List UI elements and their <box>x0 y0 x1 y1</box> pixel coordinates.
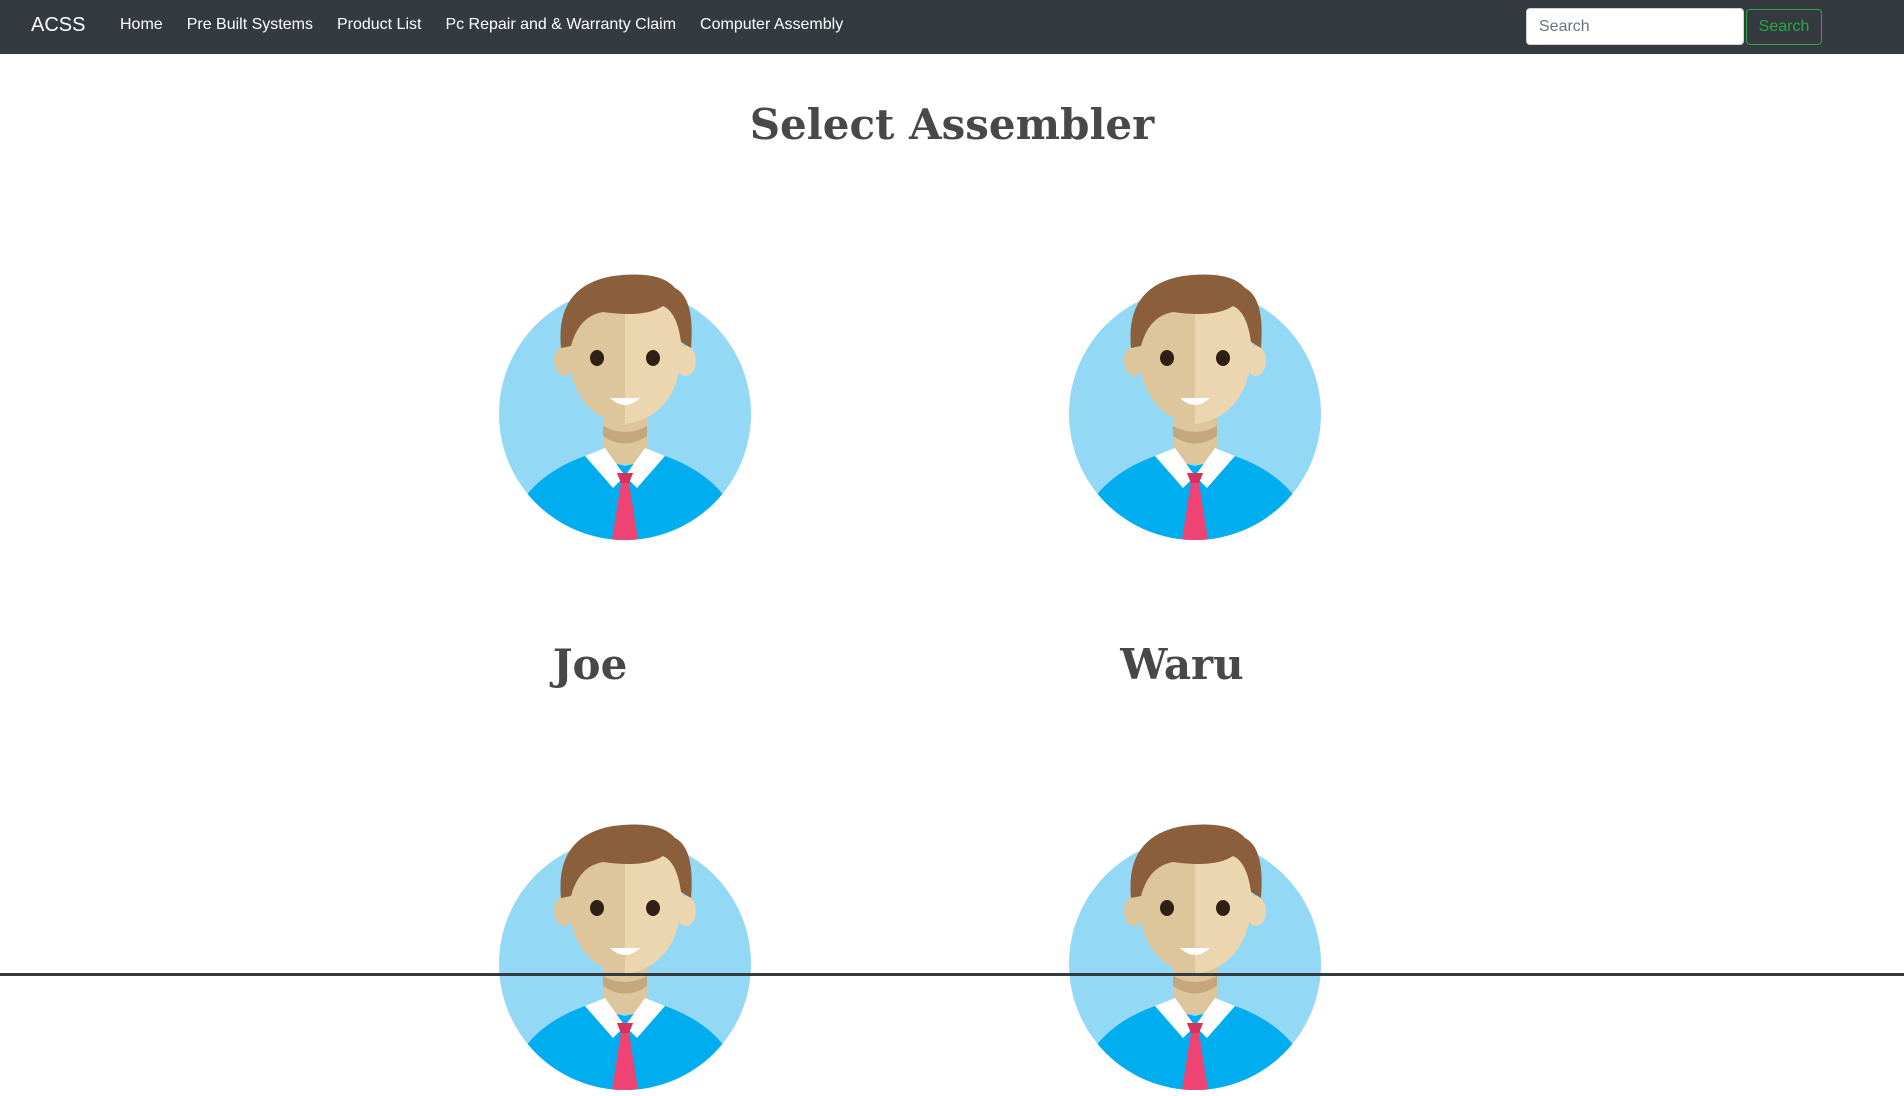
search-button[interactable]: Search <box>1746 9 1822 45</box>
nav-links: Home Pre Built Systems Product List Pc R… <box>120 16 867 34</box>
male-avatar-icon[interactable] <box>1065 816 1325 1096</box>
male-avatar-icon[interactable] <box>495 816 755 1096</box>
top-navbar: ACSS Home Pre Built Systems Product List… <box>0 0 1904 54</box>
male-avatar-icon[interactable] <box>495 266 755 546</box>
male-avatar-icon[interactable] <box>1065 266 1325 546</box>
page-title: Select Assembler <box>749 100 1155 149</box>
assembler-name[interactable]: Waru <box>1032 640 1332 689</box>
nav-link-computer-assembly[interactable]: Computer Assembly <box>700 16 843 34</box>
nav-link-pc-repair-warranty[interactable]: Pc Repair and & Warranty Claim <box>445 16 676 34</box>
brand-link[interactable]: ACSS <box>31 14 85 37</box>
assembler-name[interactable]: Joe <box>440 640 740 689</box>
nav-link-home[interactable]: Home <box>120 16 163 34</box>
nav-link-pre-built-systems[interactable]: Pre Built Systems <box>187 16 313 34</box>
search-input[interactable] <box>1526 8 1744 45</box>
nav-link-product-list[interactable]: Product List <box>337 16 421 34</box>
